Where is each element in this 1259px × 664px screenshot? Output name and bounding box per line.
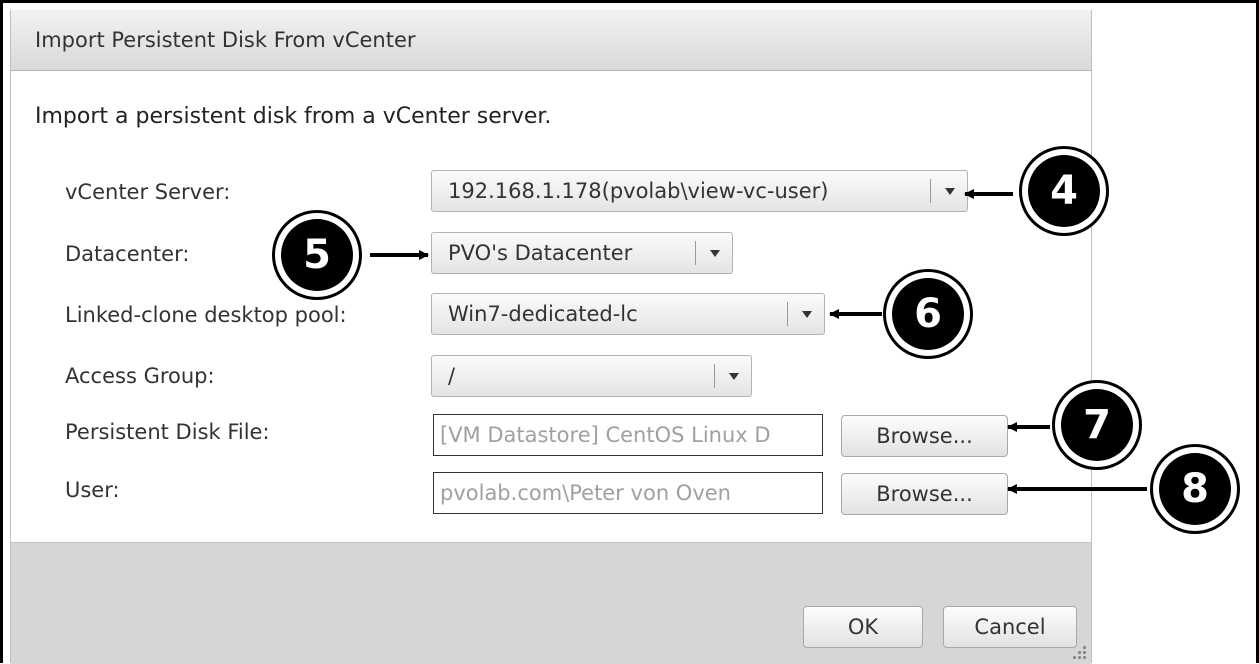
callout-7-number: 7 xyxy=(1061,389,1133,461)
callout-4-badge: 4 xyxy=(1019,146,1109,236)
callout-5-number: 5 xyxy=(281,219,353,291)
callout-6-badge: 6 xyxy=(883,269,973,359)
callout-4-number: 4 xyxy=(1028,155,1100,227)
callout-7-badge: 7 xyxy=(1052,380,1142,470)
callout-arrows xyxy=(370,189,1147,494)
callout-8-badge: 8 xyxy=(1150,444,1240,534)
callout-5-badge: 5 xyxy=(272,210,362,300)
callout-6-number: 6 xyxy=(892,278,964,350)
callout-8-number: 8 xyxy=(1159,453,1231,525)
